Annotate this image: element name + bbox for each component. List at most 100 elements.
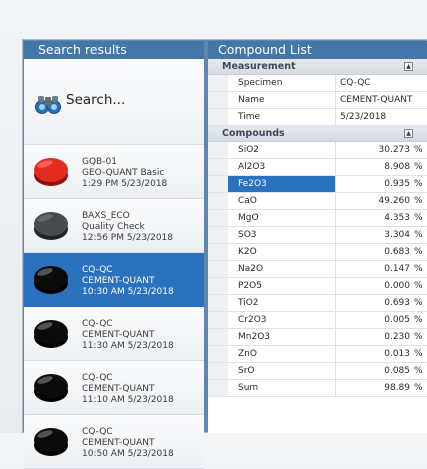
- compounds-row[interactable]: SiO2 30.273%: [208, 142, 427, 159]
- row-gutter: [208, 312, 228, 328]
- search-button[interactable]: Search...: [24, 59, 204, 145]
- result-item-text: CQ-QC CEMENT-QUANT 10:30 AM 5/23/2018: [82, 265, 174, 298]
- collapse-icon[interactable]: ▲: [404, 129, 413, 138]
- result-item[interactable]: CQ-QC CEMENT-QUANT 10:50 AM 5/23/2018: [24, 415, 204, 469]
- compounds-row[interactable]: Mn2O3 0.230%: [208, 329, 427, 346]
- compounds-row[interactable]: Al2O3 8.908%: [208, 159, 427, 176]
- compounds-row[interactable]: Sum 98.89%: [208, 380, 427, 397]
- result-item-line2: CEMENT-QUANT: [82, 276, 155, 286]
- row-gutter: [208, 244, 228, 260]
- black-sample-puck-icon: [34, 428, 68, 456]
- result-item-line2: CEMENT-QUANT: [82, 384, 155, 394]
- result-item-line2: Quality Check: [82, 222, 145, 232]
- compounds-row-value: 0.147: [384, 264, 410, 274]
- compounds-row-label: Al2O3: [228, 159, 336, 175]
- compounds-row-value: 3.304: [384, 230, 410, 240]
- result-item-line1: CQ-QC: [82, 319, 113, 329]
- compounds-row[interactable]: Na2O 0.147%: [208, 261, 427, 278]
- result-item-line3: 10:50 AM 5/23/2018: [82, 449, 174, 459]
- compounds-row-unit: %: [414, 162, 423, 172]
- compounds-row-value: 0.005: [384, 315, 410, 325]
- row-gutter: [208, 295, 228, 311]
- compounds-row-label: MgO: [228, 210, 336, 226]
- measurement-row-label: Time: [228, 109, 336, 125]
- compounds-row-label: SiO2: [228, 142, 336, 158]
- collapse-icon[interactable]: ▲: [404, 62, 413, 71]
- measurement-row-value: CEMENT-QUANT: [340, 95, 413, 105]
- row-gutter: [208, 176, 228, 192]
- compounds-row[interactable]: Cr2O3 0.005%: [208, 312, 427, 329]
- row-gutter: [208, 261, 228, 277]
- row-gutter: [208, 92, 228, 108]
- compounds-row[interactable]: K2O 0.683%: [208, 244, 427, 261]
- compounds-section-header[interactable]: Compounds ▲: [208, 126, 427, 142]
- compounds-row-value: 98.89: [384, 383, 410, 393]
- compounds-row-unit: %: [414, 230, 423, 240]
- compounds-row-value: 8.908: [384, 162, 410, 172]
- compounds-row-value: 49.260: [378, 196, 411, 206]
- row-gutter: [208, 380, 228, 396]
- compounds-row[interactable]: TiO2 0.693%: [208, 295, 427, 312]
- compounds-row-unit: %: [414, 383, 423, 393]
- black-sample-puck-icon: [34, 266, 68, 294]
- row-gutter: [208, 363, 228, 379]
- result-item[interactable]: CQ-QC CEMENT-QUANT 11:10 AM 5/23/2018: [24, 361, 204, 415]
- gray-sample-puck-icon: [34, 212, 68, 240]
- measurement-row[interactable]: Specimen CQ-QC: [208, 75, 427, 92]
- result-item-text: CQ-QC CEMENT-QUANT 11:30 AM 5/23/2018: [82, 319, 174, 352]
- result-item-line1: CQ-QC: [82, 265, 113, 275]
- compound-list-title: Compound List: [208, 41, 427, 59]
- compounds-row-value: 30.273: [378, 145, 411, 155]
- result-item-text: BAXS_ECO Quality Check 12:56 PM 5/23/2018: [82, 211, 173, 244]
- row-gutter: [208, 329, 228, 345]
- compounds-row-unit: %: [414, 145, 423, 155]
- compounds-row-unit: %: [414, 298, 423, 308]
- compounds-row-value: 0.013: [384, 349, 410, 359]
- compounds-row-unit: %: [414, 247, 423, 257]
- compounds-row-label: Cr2O3: [228, 312, 336, 328]
- compounds-row-value: 0.935: [384, 179, 410, 189]
- result-item[interactable]: CQ-QC CEMENT-QUANT 11:30 AM 5/23/2018: [24, 307, 204, 361]
- compounds-section-title: Compounds: [222, 128, 285, 139]
- compounds-row-label: Na2O: [228, 261, 336, 277]
- compounds-row[interactable]: SO3 3.304%: [208, 227, 427, 244]
- search-results-title: Search results: [24, 41, 204, 59]
- compounds-row-value: 0.000: [384, 281, 410, 291]
- compounds-row-value: 0.085: [384, 366, 410, 376]
- compounds-row[interactable]: Fe2O3 0.935%: [208, 176, 427, 193]
- compound-list-panel: Compound List Measurement ▲ Specimen CQ-QC N…: [208, 41, 427, 433]
- compounds-row[interactable]: SrO 0.085%: [208, 363, 427, 380]
- result-item-text: CQ-QC CEMENT-QUANT 11:10 AM 5/23/2018: [82, 373, 174, 406]
- row-gutter: [208, 227, 228, 243]
- compound-grid: Measurement ▲ Specimen CQ-QC Name CEMENT-QUAN…: [208, 59, 427, 397]
- measurement-row[interactable]: Time 5/23/2018: [208, 109, 427, 126]
- compounds-row[interactable]: MgO 4.353%: [208, 210, 427, 227]
- results-list: GQB-01 GEO-QUANT Basic 1:29 PM 5/23/2018 BA…: [24, 145, 204, 469]
- row-gutter: [208, 278, 228, 294]
- result-item-line3: 1:29 PM 5/23/2018: [82, 179, 168, 189]
- compounds-row-label: Mn2O3: [228, 329, 336, 345]
- row-gutter: [208, 75, 228, 91]
- result-item[interactable]: BAXS_ECO Quality Check 12:56 PM 5/23/2018: [24, 199, 204, 253]
- compounds-row-unit: %: [414, 349, 423, 359]
- compounds-row[interactable]: ZnO 0.013%: [208, 346, 427, 363]
- compounds-row-unit: %: [414, 281, 423, 291]
- result-item-text: GQB-01 GEO-QUANT Basic 1:29 PM 5/23/2018: [82, 157, 167, 190]
- compounds-row-label: P2O5: [228, 278, 336, 294]
- compounds-row[interactable]: P2O5 0.000%: [208, 278, 427, 295]
- result-item[interactable]: CQ-QC CEMENT-QUANT 10:30 AM 5/23/2018: [24, 253, 204, 307]
- compounds-row-label: SrO: [228, 363, 336, 379]
- search-results-panel: Search results Search... GQB-01 GEO-QUANT…: [24, 41, 204, 469]
- compounds-row[interactable]: CaO 49.260%: [208, 193, 427, 210]
- measurement-section-header[interactable]: Measurement ▲: [208, 59, 427, 75]
- measurement-row[interactable]: Name CEMENT-QUANT: [208, 92, 427, 109]
- measurement-row-value: CQ-QC: [340, 78, 371, 88]
- row-gutter: [208, 193, 228, 209]
- measurement-row-value: 5/23/2018: [340, 112, 387, 122]
- result-item[interactable]: GQB-01 GEO-QUANT Basic 1:29 PM 5/23/2018: [24, 145, 204, 199]
- compounds-row-label: Sum: [228, 380, 336, 396]
- compounds-row-unit: %: [414, 179, 423, 189]
- result-item-line2: CEMENT-QUANT: [82, 330, 155, 340]
- result-item-line3: 11:30 AM 5/23/2018: [82, 341, 174, 351]
- measurement-row-label: Specimen: [228, 75, 336, 91]
